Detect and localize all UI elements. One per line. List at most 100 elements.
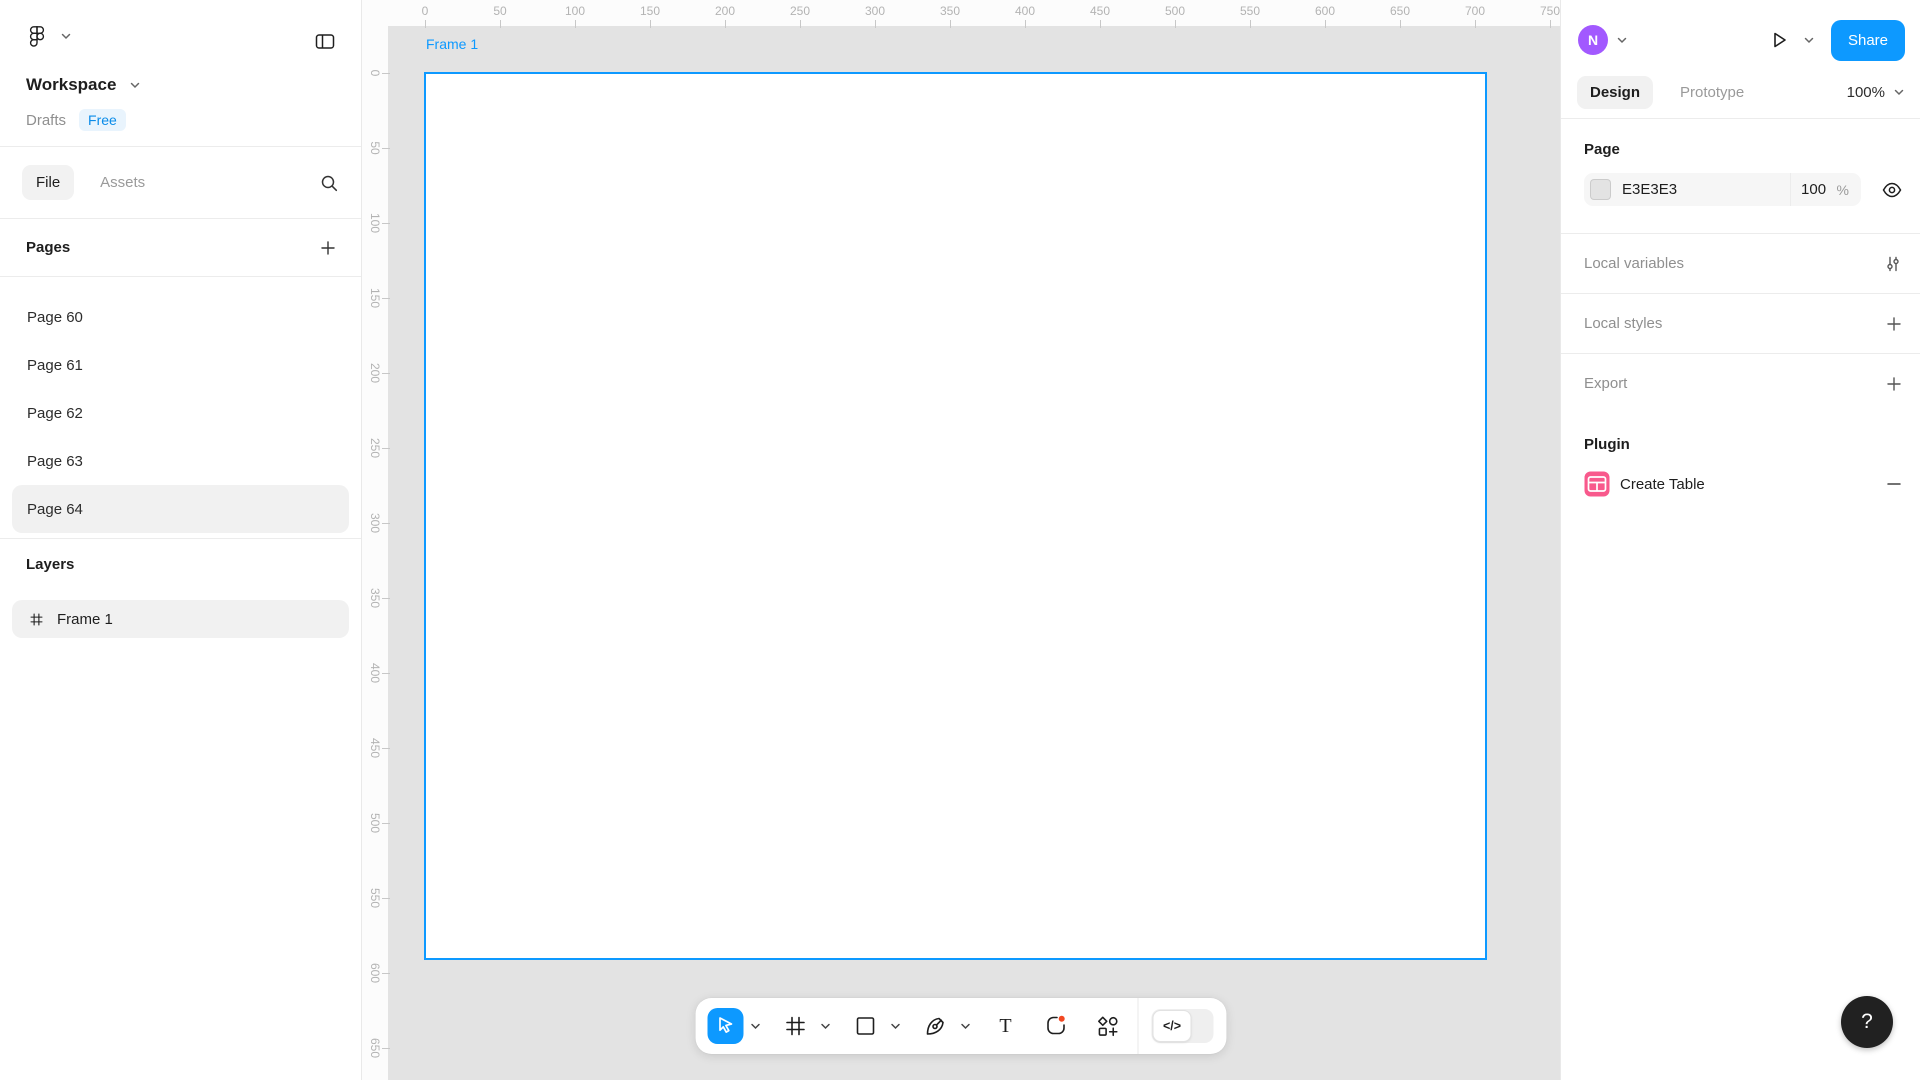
v-ruler-label: 100 (368, 212, 382, 234)
layer-item-frame-1[interactable]: Frame 1 (12, 600, 349, 638)
h-ruler-label: 200 (714, 4, 736, 18)
search-icon[interactable] (319, 173, 339, 193)
h-ruler-label: 50 (493, 4, 507, 18)
page-item[interactable]: Page 61 (12, 341, 349, 389)
ruler-tick (875, 20, 876, 28)
local-variables-row[interactable]: Local variables (1561, 233, 1920, 293)
layers-list: Frame 1 (0, 590, 361, 648)
frame-1[interactable] (424, 72, 1487, 960)
panel-tabs: Design Prototype 100% (1561, 67, 1920, 119)
workspace-selector[interactable]: Workspace (26, 74, 337, 96)
text-tool-button[interactable]: T (988, 1008, 1024, 1044)
export-label: Export (1584, 375, 1628, 392)
v-ruler-label: 150 (368, 287, 382, 309)
color-opacity-unit: % (1836, 181, 1849, 198)
account-chevron-icon[interactable] (1617, 37, 1627, 44)
pen-tool-button[interactable] (918, 1008, 954, 1044)
avatar[interactable]: N (1578, 25, 1608, 55)
ruler-tick (1175, 20, 1176, 28)
collapse-sidebar-icon[interactable] (313, 29, 337, 53)
shape-tool-chevron-icon[interactable] (889, 1008, 903, 1044)
h-ruler-label: 650 (1389, 4, 1411, 18)
h-ruler-label: 700 (1464, 4, 1486, 18)
present-chevron-icon[interactable] (1804, 37, 1814, 44)
vertical-ruler: 0 50 100 150 200 250 300 350 400 450 500 550 600 650 (362, 0, 390, 1080)
h-ruler-label: 550 (1239, 4, 1261, 18)
dev-mode-toggle[interactable]: </> (1151, 1009, 1214, 1043)
local-styles-row[interactable]: Local styles (1561, 293, 1920, 353)
ruler-tick (575, 20, 576, 28)
plan-badge[interactable]: Free (79, 109, 126, 131)
tab-prototype[interactable]: Prototype (1680, 84, 1744, 101)
layers-header-row: Layers (0, 539, 361, 590)
page-item[interactable]: Page 62 (12, 389, 349, 437)
export-row[interactable]: Export (1561, 353, 1920, 413)
figma-logo-icon[interactable] (26, 25, 48, 47)
v-ruler-label: 450 (368, 737, 382, 759)
sliders-icon[interactable] (1883, 254, 1903, 274)
canvas[interactable]: 0 50 100 150 200 250 300 350 400 450 500 550 600 650 7… (362, 0, 1560, 1080)
page-color-row: E3E3E3 100 % (1584, 173, 1861, 206)
h-ruler-label: 500 (1164, 4, 1186, 18)
comment-tool-button[interactable] (1039, 1008, 1075, 1044)
tab-design[interactable]: Design (1577, 76, 1654, 109)
ruler-tick (1550, 20, 1551, 28)
plus-icon[interactable] (1885, 315, 1903, 333)
drafts-label[interactable]: Drafts (26, 112, 66, 129)
ruler-tick (1325, 20, 1326, 28)
zoom-selector[interactable]: 100% (1847, 84, 1904, 101)
v-ruler-label: 250 (368, 437, 382, 459)
move-tool-button[interactable] (707, 1008, 744, 1044)
page-item[interactable]: Page 60 (12, 293, 349, 341)
ruler-tick (382, 448, 390, 449)
ruler-tick (650, 20, 651, 28)
tab-assets[interactable]: Assets (100, 174, 145, 191)
help-button[interactable]: ? (1841, 996, 1893, 1048)
ruler-tick (382, 823, 390, 824)
plugin-header: Plugin (1584, 436, 1630, 453)
dev-mode-icon: </> (1152, 1010, 1192, 1042)
share-button[interactable]: Share (1830, 19, 1905, 61)
v-ruler-label: 650 (368, 1037, 382, 1059)
color-swatch[interactable] (1590, 179, 1611, 200)
figma-app: Workspace Drafts Free File Assets Pages (0, 0, 1920, 1080)
color-opacity-value[interactable]: 100 (1791, 181, 1837, 198)
ruler-tick (382, 598, 390, 599)
color-hex-value[interactable]: E3E3E3 (1622, 181, 1677, 198)
v-ruler-label: 550 (368, 887, 382, 909)
tab-file[interactable]: File (22, 165, 75, 200)
ruler-tick (382, 748, 390, 749)
main-menu-chevron-icon[interactable] (61, 33, 71, 40)
present-play-icon[interactable] (1766, 27, 1792, 53)
move-tool-chevron-icon[interactable] (749, 1008, 763, 1044)
layer-item-label: Frame 1 (57, 610, 113, 628)
ruler-tick (382, 148, 390, 149)
pen-tool-chevron-icon[interactable] (959, 1008, 973, 1044)
actions-icon[interactable] (1090, 1008, 1126, 1044)
ruler-tick (1475, 20, 1476, 28)
svg-text:T: T (999, 1015, 1011, 1037)
v-ruler-label: 400 (368, 662, 382, 684)
pages-list: Page 60 Page 61 Page 62 Page 63 Page 64 (0, 277, 361, 538)
frame-tool-chevron-icon[interactable] (819, 1008, 833, 1044)
chevron-down-icon (130, 82, 140, 89)
visibility-eye-icon[interactable] (1881, 179, 1903, 201)
remove-plugin-minus-icon[interactable] (1885, 475, 1903, 493)
page-item[interactable]: Page 64 (12, 485, 349, 533)
create-table-plugin-icon (1584, 471, 1610, 497)
v-ruler-label: 600 (368, 962, 382, 984)
plus-icon[interactable] (1885, 375, 1903, 393)
horizontal-ruler: 0 50 100 150 200 250 300 350 400 450 500 550 600 650 7… (362, 0, 1560, 28)
h-ruler-label: 0 (421, 4, 429, 18)
plugin-row[interactable]: Create Table (1561, 453, 1920, 497)
h-ruler-label: 100 (564, 4, 586, 18)
add-page-icon[interactable] (319, 239, 337, 257)
shape-tool-button[interactable] (848, 1008, 884, 1044)
frame-label[interactable]: Frame 1 (426, 36, 478, 52)
h-ruler-label: 600 (1314, 4, 1336, 18)
local-variables-label: Local variables (1584, 255, 1685, 272)
h-ruler-label: 250 (789, 4, 811, 18)
frame-tool-button[interactable] (778, 1008, 814, 1044)
page-item[interactable]: Page 63 (12, 437, 349, 485)
plugin-item-label: Create Table (1620, 475, 1705, 493)
